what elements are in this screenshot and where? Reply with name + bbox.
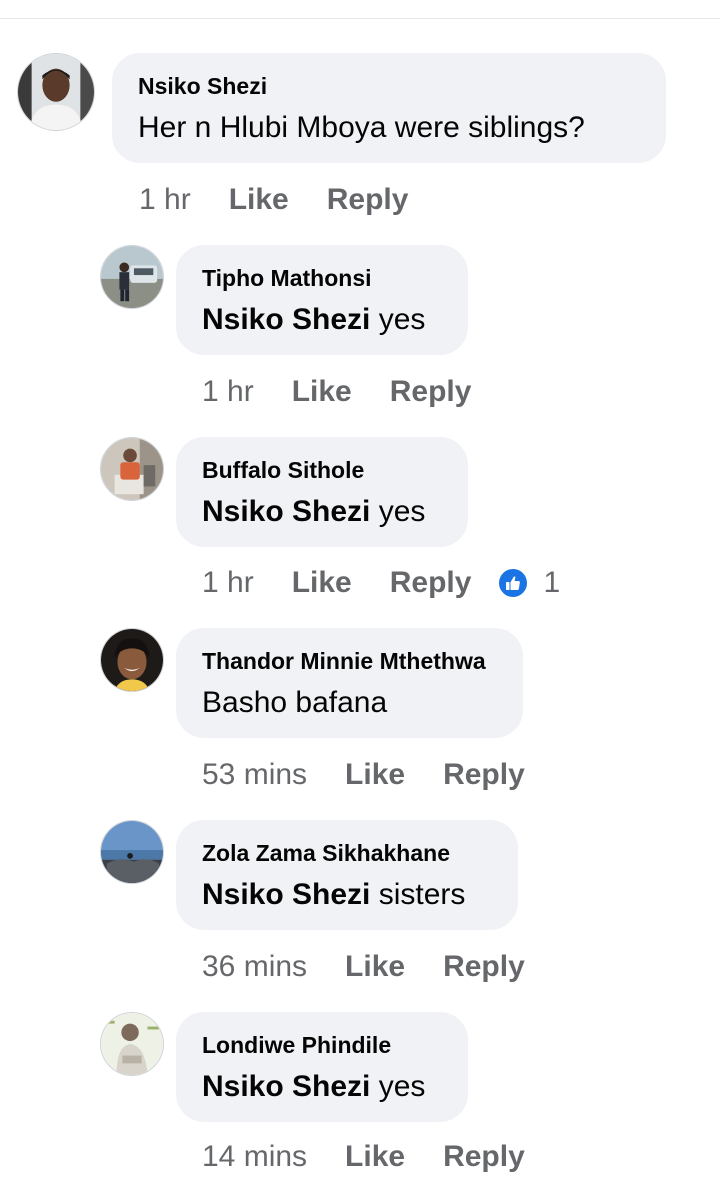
- profile-photo: [18, 54, 94, 130]
- top-divider: [0, 18, 720, 19]
- comment-text: Nsiko Shezi yes: [202, 300, 442, 340]
- like-button[interactable]: Like: [345, 947, 405, 987]
- profile-photo: [101, 629, 163, 691]
- mention-link[interactable]: Nsiko Shezi: [202, 303, 370, 336]
- comment-bubble: Zola Zama Sikhakhane Nsiko Shezi sisters: [176, 820, 518, 930]
- avatar[interactable]: [100, 437, 164, 501]
- reaction-count[interactable]: 1: [543, 563, 560, 603]
- avatar[interactable]: [17, 53, 95, 131]
- mention-link[interactable]: Nsiko Shezi: [202, 495, 370, 528]
- comment-text: Nsiko Shezi yes: [202, 492, 442, 532]
- comment-text: Her n Hlubi Mboya were siblings?: [138, 108, 640, 148]
- like-button[interactable]: Like: [292, 372, 352, 412]
- comment-bubble: Londiwe Phindile Nsiko Shezi yes: [176, 1012, 468, 1122]
- comment-bubble: Nsiko Shezi Her n Hlubi Mboya were sibli…: [112, 53, 666, 163]
- profile-photo: [101, 821, 163, 883]
- mention-link[interactable]: Nsiko Shezi: [202, 1070, 370, 1103]
- mention-link[interactable]: Nsiko Shezi: [202, 878, 370, 911]
- comment-actions: 53 mins Like Reply: [202, 754, 525, 794]
- avatar[interactable]: [100, 628, 164, 692]
- profile-photo: [101, 438, 163, 500]
- comment-body: Her n Hlubi Mboya were siblings?: [138, 111, 585, 144]
- like-button[interactable]: Like: [345, 755, 405, 795]
- avatar[interactable]: [100, 820, 164, 884]
- reply-button[interactable]: Reply: [443, 947, 525, 987]
- comment-bubble: Buffalo Sithole Nsiko Shezi yes: [176, 437, 468, 547]
- comment-body: yes: [370, 1070, 426, 1103]
- profile-photo: [101, 246, 163, 308]
- comment-timestamp[interactable]: 1 hr: [202, 372, 254, 412]
- reply-button[interactable]: Reply: [443, 755, 525, 795]
- comment-author[interactable]: Nsiko Shezi: [138, 72, 640, 100]
- comment-timestamp[interactable]: 1 hr: [202, 563, 254, 603]
- like-button[interactable]: Like: [345, 1137, 405, 1177]
- comment-timestamp[interactable]: 1 hr: [139, 180, 191, 220]
- comment-author[interactable]: Buffalo Sithole: [202, 456, 442, 484]
- profile-photo: [101, 1013, 163, 1075]
- comment-author[interactable]: Thandor Minnie Mthethwa: [202, 647, 497, 675]
- comment-bubble: Thandor Minnie Mthethwa Basho bafana: [176, 628, 523, 738]
- comment-actions: 14 mins Like Reply: [202, 1136, 525, 1176]
- comment-body: yes: [370, 303, 426, 336]
- reply-button[interactable]: Reply: [443, 1137, 525, 1177]
- comment-actions: 36 mins Like Reply: [202, 946, 525, 986]
- comment-text: Basho bafana: [202, 683, 497, 723]
- comment-actions: 1 hr Like Reply 1: [202, 562, 560, 602]
- comment-actions: 1 hr Like Reply: [202, 371, 471, 411]
- comment-author[interactable]: Tipho Mathonsi: [202, 264, 442, 292]
- like-button[interactable]: Like: [229, 180, 289, 220]
- comment-body: sisters: [370, 878, 466, 911]
- comment-text: Nsiko Shezi sisters: [202, 875, 492, 915]
- comment-actions: 1 hr Like Reply: [139, 179, 408, 219]
- reply-button[interactable]: Reply: [390, 563, 472, 603]
- comment-body: yes: [370, 495, 426, 528]
- comment-timestamp[interactable]: 36 mins: [202, 947, 307, 987]
- comment-body: Basho bafana: [202, 686, 388, 719]
- comment-timestamp[interactable]: 14 mins: [202, 1137, 307, 1177]
- comment-author[interactable]: Zola Zama Sikhakhane: [202, 839, 492, 867]
- avatar[interactable]: [100, 245, 164, 309]
- like-button[interactable]: Like: [292, 563, 352, 603]
- reply-button[interactable]: Reply: [390, 372, 472, 412]
- comment-author[interactable]: Londiwe Phindile: [202, 1031, 442, 1059]
- thumbs-up-icon[interactable]: [497, 567, 530, 600]
- comment-text: Nsiko Shezi yes: [202, 1067, 442, 1107]
- comment-timestamp[interactable]: 53 mins: [202, 755, 307, 795]
- avatar[interactable]: [100, 1012, 164, 1076]
- comment-bubble: Tipho Mathonsi Nsiko Shezi yes: [176, 245, 468, 355]
- reply-button[interactable]: Reply: [327, 180, 409, 220]
